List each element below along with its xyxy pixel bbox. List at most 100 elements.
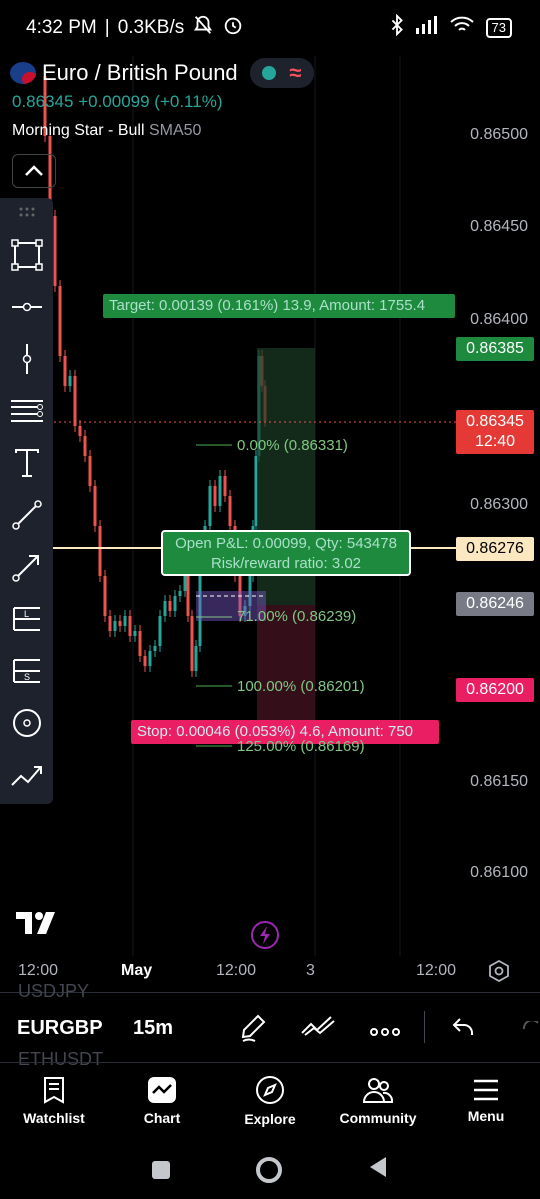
candle-body: [143, 656, 147, 666]
short-position-tool-icon[interactable]: S: [8, 652, 46, 690]
redo-icon[interactable]: [522, 1019, 540, 1042]
candle-body: [190, 616, 194, 671]
candle-body: [83, 436, 87, 456]
more-icon[interactable]: [370, 1023, 400, 1041]
nav-menu[interactable]: Menu: [432, 1063, 540, 1138]
circle-tool-icon[interactable]: [8, 704, 46, 742]
stop-price-tag: 0.86200: [456, 678, 534, 702]
chart-settings-icon[interactable]: [488, 959, 510, 987]
parallel-channel-tool-icon[interactable]: [8, 392, 46, 430]
candle-body: [88, 456, 92, 486]
price-chart[interactable]: [0, 56, 540, 966]
candle-body: [68, 376, 72, 386]
current-symbol[interactable]: EURGBP: [17, 1017, 103, 1040]
drag-handle-icon[interactable]: [8, 200, 46, 224]
price-row: 0.86345 +0.00099 (+0.11%): [12, 92, 222, 112]
svg-text:L: L: [24, 609, 29, 619]
price-axis-label: 0.86400: [470, 311, 528, 328]
candle-body: [123, 616, 127, 626]
prev-symbol[interactable]: USDJPY: [18, 981, 89, 1002]
nav-chart[interactable]: Chart: [108, 1063, 216, 1138]
lightning-icon[interactable]: [250, 920, 280, 955]
candle-body: [118, 621, 122, 626]
wifi-icon: [449, 16, 474, 40]
path-tool-icon[interactable]: [8, 756, 46, 794]
long-position-tool-icon[interactable]: L: [8, 600, 46, 638]
collapse-button[interactable]: [12, 154, 56, 188]
candle-body: [103, 576, 107, 616]
status-time: 4:32 PM: [26, 17, 97, 38]
vertical-line-tool-icon[interactable]: [8, 340, 46, 378]
candle-body: [113, 621, 117, 631]
target-label[interactable]: Target: 0.00139 (0.161%) 13.9, Amount: 1…: [103, 294, 455, 318]
time-axis-label: 12:00: [18, 962, 59, 979]
nav-label: Chart: [143, 1109, 181, 1126]
fib-label-71: 71.00% (0.86239): [237, 608, 357, 625]
candle-body: [108, 616, 112, 631]
price-change: +0.00099 (+0.11%): [78, 92, 223, 111]
candle-body: [208, 486, 212, 526]
candle-body: [163, 601, 167, 616]
chart-header: Euro / British Pound ≈ 0.86345 +0.00099 …: [0, 56, 540, 166]
arrow-tool-icon[interactable]: [8, 548, 46, 586]
trend-line-tool-icon[interactable]: [8, 496, 46, 534]
nav-watchlist[interactable]: Watchlist: [0, 1063, 108, 1138]
fib-label-0: 0.00% (0.86331): [237, 437, 348, 454]
fib-label-125: 125.00% (0.86169): [237, 738, 365, 755]
back-button[interactable]: [368, 1156, 388, 1183]
chart-icon: [148, 1076, 176, 1103]
undo-icon[interactable]: [452, 1017, 474, 1042]
last-price: 0.86345: [12, 92, 74, 111]
symbol-title[interactable]: Euro / British Pound: [42, 60, 238, 86]
bottom-navigation: Watchlist Chart Explore Community Menu: [0, 1062, 540, 1138]
candle-body: [133, 631, 137, 636]
market-open-icon: [262, 66, 277, 80]
candle-body: [93, 486, 97, 526]
candle-body: [223, 476, 227, 496]
current-price-value: 0.86345: [466, 413, 524, 430]
chevron-up-icon: [25, 165, 43, 176]
candle-body: [153, 646, 157, 651]
symbol-bar: USDJPY EURGBP 15m ETHUSDT: [0, 981, 540, 1069]
price-axis-label: 0.86100: [470, 864, 528, 881]
price-axis-label: 0.86300: [470, 496, 528, 513]
alarm-icon: [222, 14, 244, 42]
status-divider: |: [104, 17, 110, 38]
hamburger-icon: [474, 1079, 498, 1100]
nav-explore[interactable]: Explore: [216, 1063, 324, 1138]
mid-price-tag: 0.86246: [456, 592, 534, 616]
candle-body: [213, 486, 217, 506]
recents-button[interactable]: [152, 1160, 170, 1179]
rectangle-tool-icon[interactable]: [8, 236, 46, 274]
price-axis-label: 0.86500: [470, 126, 528, 143]
candle-body: [58, 286, 62, 356]
text-tool-icon[interactable]: [8, 444, 46, 482]
nav-label: Explore: [244, 1110, 296, 1127]
eur-gbp-flag-icon: [10, 62, 36, 84]
current-price-tag: 0.86345 12:40: [456, 410, 534, 454]
watchlist-icon: [44, 1076, 64, 1104]
pencil-icon[interactable]: [240, 1013, 268, 1048]
interval-selector[interactable]: 15m: [133, 1017, 173, 1040]
candle-body: [178, 591, 182, 596]
drawing-toolbar: L S: [0, 198, 53, 804]
candle-body: [173, 596, 177, 611]
candle-body: [186, 576, 190, 616]
home-button[interactable]: [256, 1156, 282, 1183]
candle-body: [78, 426, 82, 436]
candle-body: [218, 476, 222, 506]
indicator-row[interactable]: Morning Star - Bull SMA50: [12, 122, 201, 140]
horizontal-line-tool-icon[interactable]: [8, 288, 46, 326]
risk-reward-text: Risk/reward ratio: 3.02: [210, 555, 362, 572]
candle-body: [98, 526, 102, 576]
open-pl-label[interactable]: Open P&L: 0.00099, Qty: 543478 Risk/rewa…: [161, 530, 411, 576]
market-status-pill[interactable]: ≈: [250, 58, 314, 88]
indicator-extra: SMA50: [148, 122, 202, 139]
candle-body: [138, 631, 142, 656]
candle-body: [168, 601, 172, 611]
candle-body: [53, 216, 57, 286]
candle-body: [228, 496, 232, 526]
drawings-icon[interactable]: [300, 1015, 336, 1042]
nav-community[interactable]: Community: [324, 1063, 432, 1138]
nav-label: Watchlist: [23, 1109, 85, 1126]
